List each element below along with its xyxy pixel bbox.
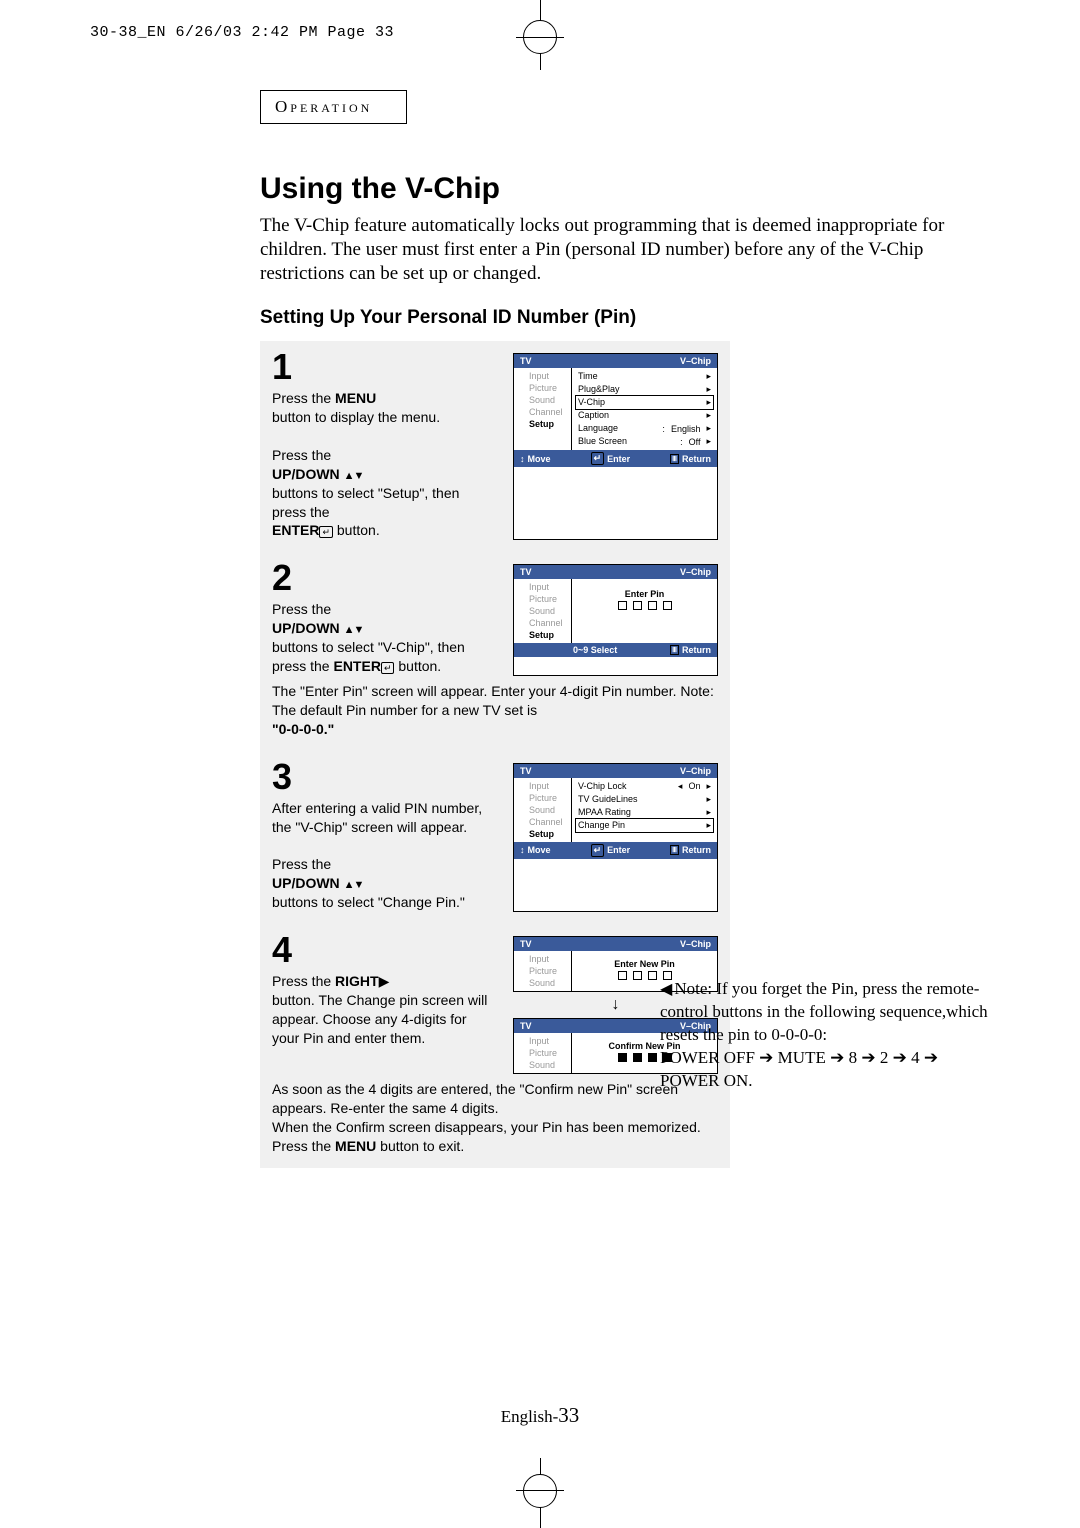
osd-screenshot-2: TVV–Chip Input Picture Sound Channel Set…: [513, 564, 718, 676]
crop-mark-bottom-circle: [523, 1474, 557, 1508]
section-label: Operation: [260, 90, 407, 124]
crop-mark-top-cross: [516, 37, 564, 38]
updown-icon: ▲▼: [344, 624, 364, 636]
page-footer: English-33: [0, 1403, 1080, 1428]
step-1-panel: 1 Press the MENU button to display the m…: [260, 341, 730, 552]
step-2-text: Press the UP/DOWN ▲▼ buttons to select "…: [272, 600, 497, 676]
side-note: ◀Note: If you forget the Pin, press the …: [660, 978, 990, 1093]
crop-mark-bottom-cross: [516, 1490, 564, 1491]
step-2-number: 2: [272, 560, 497, 596]
step-1-text: Press the MENU button to display the men…: [272, 389, 497, 540]
updown-icon: ▲▼: [344, 470, 364, 482]
intro-paragraph: The V-Chip feature automatically locks o…: [260, 214, 980, 285]
page-title: Using the V-Chip: [260, 172, 980, 206]
step-2-panel: 2 Press the UP/DOWN ▲▼ buttons to select…: [260, 552, 730, 750]
step-3-text: After entering a valid PIN number, the "…: [272, 799, 497, 912]
enter-icon: ↵: [319, 526, 333, 538]
step-1-number: 1: [272, 349, 497, 385]
osd-screenshot-1: TVV–Chip Input Picture Sound Channel Set…: [513, 353, 718, 540]
step-4-number: 4: [272, 932, 497, 968]
right-icon: ▶: [379, 973, 390, 989]
step-3-panel: 3 After entering a valid PIN number, the…: [260, 751, 730, 924]
updown-icon: ▲▼: [344, 879, 364, 891]
step-2-post: The "Enter Pin" screen will appear. Ente…: [272, 682, 718, 739]
enter-icon: ↵: [381, 662, 395, 674]
step-4-text: Press the RIGHT▶ button. The Change pin …: [272, 972, 497, 1048]
osd-screenshot-3: TVV–Chip Input Picture Sound Channel Set…: [513, 763, 718, 912]
prepress-header: 30-38_EN 6/26/03 2:42 PM Page 33: [90, 24, 394, 41]
step-4-post: As soon as the 4 digits are entered, the…: [272, 1080, 718, 1156]
step-3-number: 3: [272, 759, 497, 795]
left-triangle-icon: ◀: [660, 981, 672, 998]
subheading: Setting Up Your Personal ID Number (Pin): [260, 307, 980, 329]
